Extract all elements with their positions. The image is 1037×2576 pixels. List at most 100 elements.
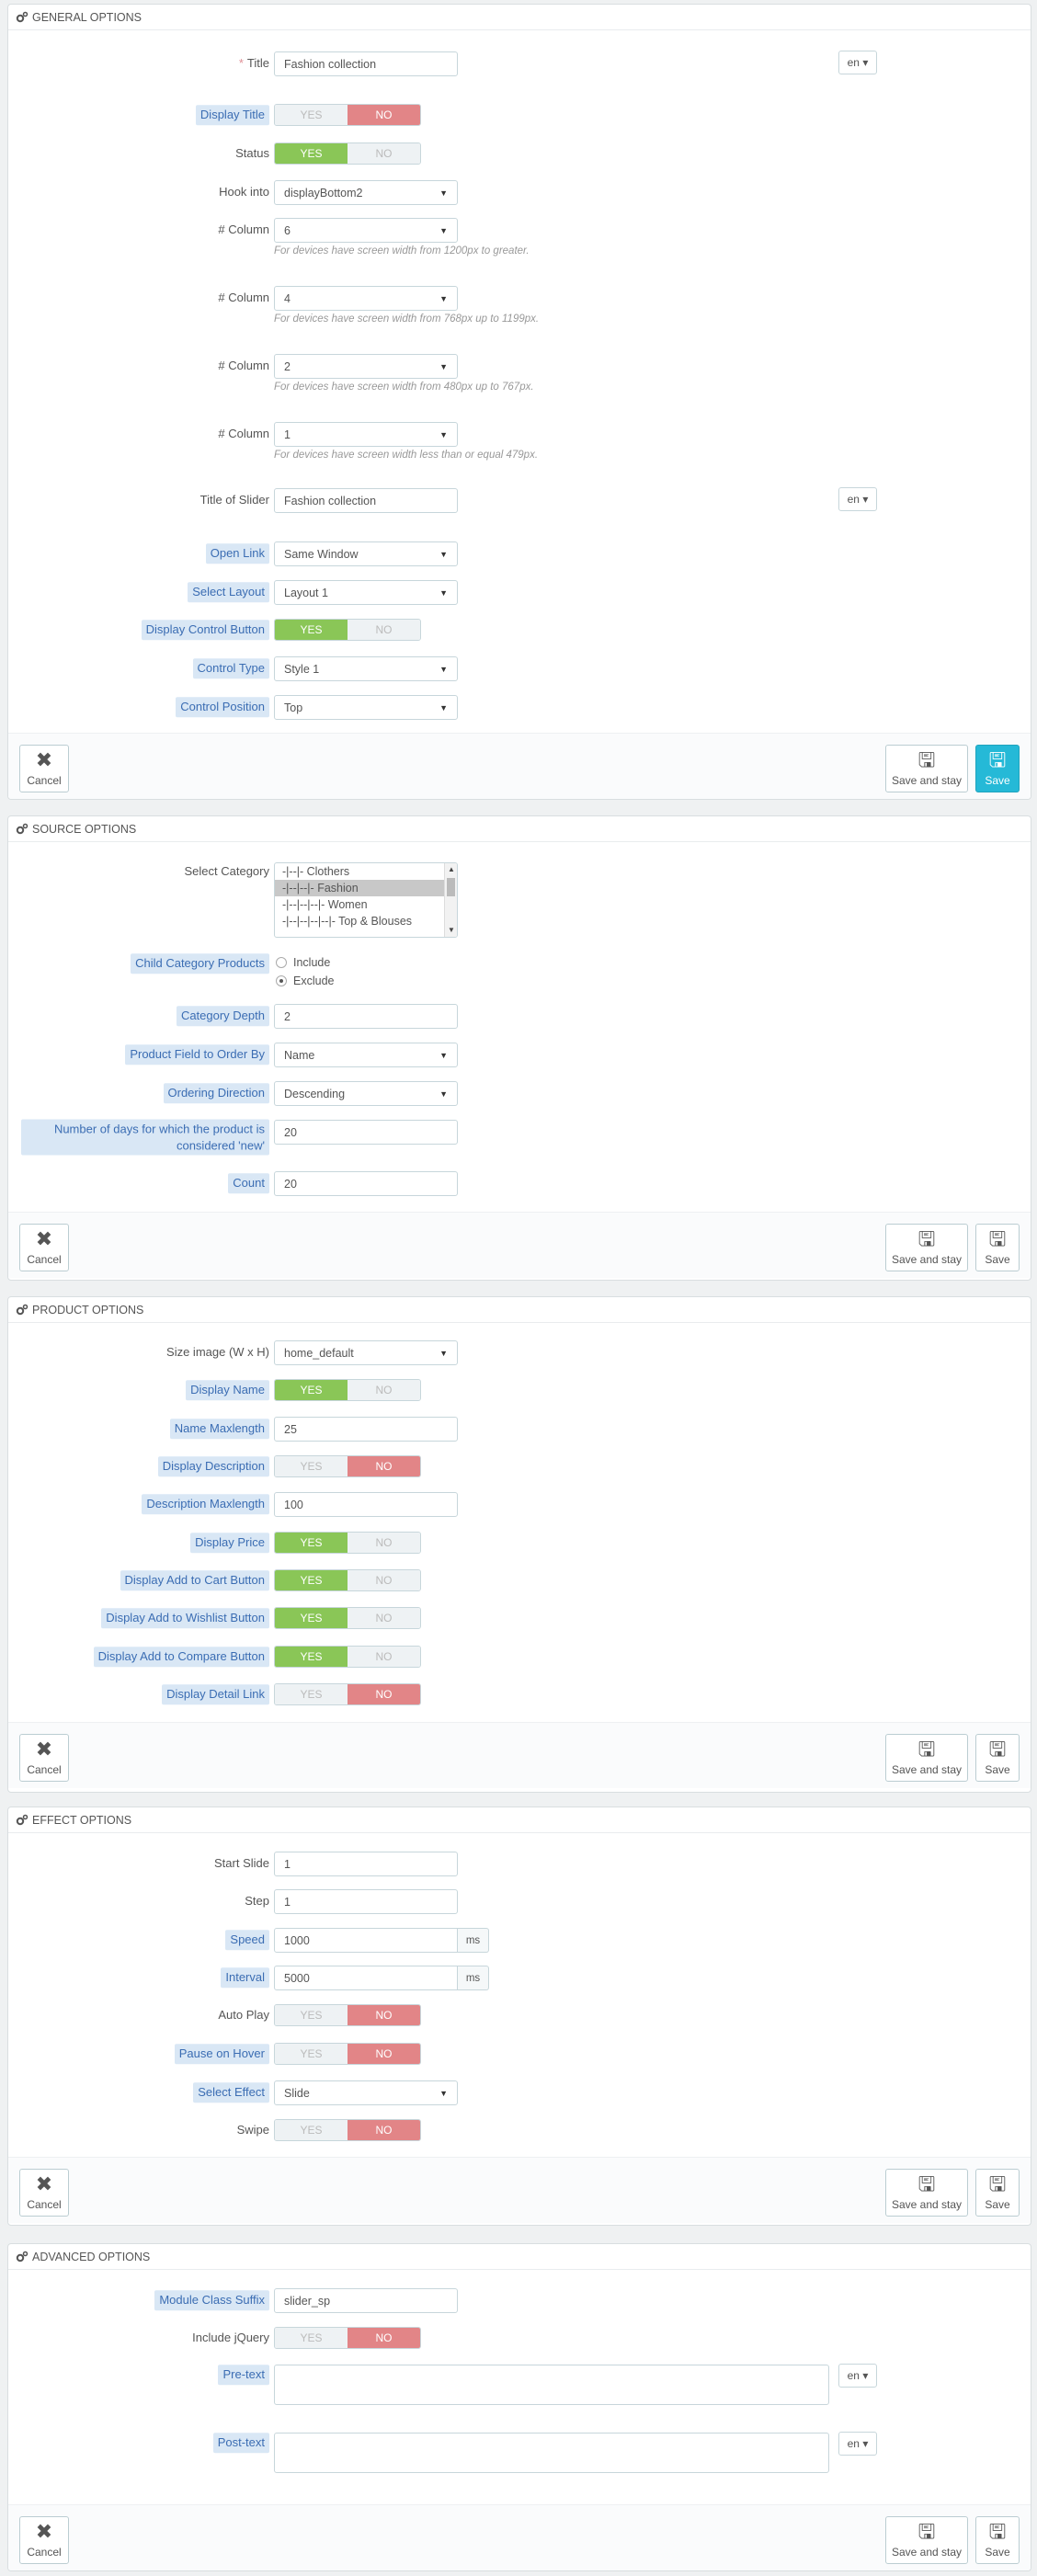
- no-option[interactable]: NO: [348, 1570, 420, 1590]
- save-and-stay-button[interactable]: 🖫 Save and stay: [885, 2516, 968, 2564]
- scrollbar[interactable]: ▲ ▼: [444, 863, 457, 937]
- save-button[interactable]: 🖫 Save: [975, 1734, 1020, 1782]
- list-item[interactable]: -|--|--|- Fashion: [275, 880, 444, 896]
- column-select[interactable]: 4 ▼: [274, 286, 458, 311]
- control-button-toggle[interactable]: YES NO: [274, 619, 421, 641]
- no-option[interactable]: NO: [348, 1608, 420, 1628]
- cart-button-toggle[interactable]: YES NO: [274, 1569, 421, 1591]
- yes-option[interactable]: YES: [275, 1533, 348, 1553]
- save-button[interactable]: 🖫 Save: [975, 1224, 1020, 1271]
- include-radio[interactable]: Include: [276, 956, 330, 969]
- arrow-up-icon[interactable]: ▲: [445, 863, 457, 876]
- display-title-toggle[interactable]: YES NO: [274, 104, 421, 126]
- save-and-stay-button[interactable]: 🖫 Save and stay: [885, 745, 968, 792]
- cancel-button[interactable]: ✖ Cancel: [19, 745, 69, 792]
- pause-hover-row: Pause on Hover YES NO: [8, 2041, 1031, 2067]
- cancel-button[interactable]: ✖ Cancel: [19, 1224, 69, 1271]
- interval-input[interactable]: 5000: [274, 1966, 458, 1990]
- no-option[interactable]: NO: [348, 143, 420, 164]
- save-button[interactable]: 🖫 Save: [975, 745, 1020, 792]
- language-dropdown[interactable]: en ▾: [838, 487, 877, 511]
- yes-option[interactable]: YES: [275, 2005, 348, 2025]
- open-link-select[interactable]: Same Window ▼: [274, 541, 458, 566]
- slider-title-input[interactable]: Fashion collection: [274, 488, 458, 513]
- arrow-down-icon[interactable]: ▼: [445, 924, 457, 937]
- name-maxlength-input[interactable]: 25: [274, 1417, 458, 1442]
- display-desc-toggle[interactable]: YES NO: [274, 1455, 421, 1477]
- cancel-button[interactable]: ✖ Cancel: [19, 2516, 69, 2564]
- yes-option[interactable]: YES: [275, 2328, 348, 2348]
- save-and-stay-button[interactable]: 🖫 Save and stay: [885, 1224, 968, 1271]
- yes-option[interactable]: YES: [275, 1684, 348, 1704]
- step-input[interactable]: 1: [274, 1889, 458, 1914]
- hook-select[interactable]: displayBottom2 ▼: [274, 180, 458, 205]
- save-button[interactable]: 🖫 Save: [975, 2516, 1020, 2564]
- days-new-input[interactable]: 20: [274, 1120, 458, 1145]
- no-option[interactable]: NO: [348, 2005, 420, 2025]
- title-input[interactable]: Fashion collection: [274, 51, 458, 76]
- class-suffix-input[interactable]: slider_sp: [274, 2288, 458, 2313]
- display-name-toggle[interactable]: YES NO: [274, 1379, 421, 1401]
- yes-option[interactable]: YES: [275, 1570, 348, 1590]
- order-by-select[interactable]: Name ▼: [274, 1043, 458, 1067]
- save-button[interactable]: 🖫 Save: [975, 2169, 1020, 2217]
- pause-hover-toggle[interactable]: YES NO: [274, 2043, 421, 2065]
- category-listbox[interactable]: -|--|- Clothers -|--|--|- Fashion -|--|-…: [274, 862, 458, 938]
- language-dropdown[interactable]: en ▾: [838, 51, 877, 74]
- yes-option[interactable]: YES: [275, 1380, 348, 1400]
- no-option[interactable]: NO: [348, 2044, 420, 2064]
- save-and-stay-button[interactable]: 🖫 Save and stay: [885, 1734, 968, 1782]
- display-price-toggle[interactable]: YES NO: [274, 1532, 421, 1554]
- scroll-thumb[interactable]: [447, 878, 455, 896]
- start-slide-input[interactable]: 1: [274, 1852, 458, 1876]
- list-item[interactable]: -|--|--|--|- Women: [275, 896, 457, 913]
- no-option[interactable]: NO: [348, 1456, 420, 1476]
- column-select[interactable]: 6 ▼: [274, 218, 458, 243]
- swipe-toggle[interactable]: YES NO: [274, 2119, 421, 2141]
- detail-link-toggle[interactable]: YES NO: [274, 1683, 421, 1705]
- yes-option[interactable]: YES: [275, 620, 348, 640]
- yes-option[interactable]: YES: [275, 2044, 348, 2064]
- list-item[interactable]: -|--|--|--|--|- Top & Blouses: [275, 913, 457, 929]
- depth-input[interactable]: 2: [274, 1004, 458, 1029]
- desc-maxlength-input[interactable]: 100: [274, 1492, 458, 1517]
- no-option[interactable]: NO: [348, 2328, 420, 2348]
- no-option[interactable]: NO: [348, 1684, 420, 1704]
- language-dropdown[interactable]: en ▾: [838, 2432, 877, 2456]
- cancel-button[interactable]: ✖ Cancel: [19, 2169, 69, 2217]
- count-input[interactable]: 20: [274, 1171, 458, 1196]
- no-option[interactable]: NO: [348, 1533, 420, 1553]
- cancel-button[interactable]: ✖ Cancel: [19, 1734, 69, 1782]
- yes-option[interactable]: YES: [275, 143, 348, 164]
- direction-select[interactable]: Descending ▼: [274, 1081, 458, 1106]
- language-dropdown[interactable]: en ▾: [838, 2364, 877, 2388]
- no-option[interactable]: NO: [348, 1380, 420, 1400]
- column-select[interactable]: 2 ▼: [274, 354, 458, 379]
- layout-select[interactable]: Layout 1 ▼: [274, 580, 458, 605]
- jquery-toggle[interactable]: YES NO: [274, 2327, 421, 2349]
- exclude-radio[interactable]: Exclude: [276, 975, 334, 987]
- speed-input[interactable]: 1000: [274, 1928, 458, 1953]
- yes-option[interactable]: YES: [275, 1647, 348, 1667]
- control-position-select[interactable]: Top ▼: [274, 695, 458, 720]
- no-option[interactable]: NO: [348, 2120, 420, 2140]
- yes-option[interactable]: YES: [275, 2120, 348, 2140]
- yes-option[interactable]: YES: [275, 1608, 348, 1628]
- compare-button-toggle[interactable]: YES NO: [274, 1646, 421, 1668]
- list-item[interactable]: -|--|- Clothers: [275, 863, 457, 880]
- yes-option[interactable]: YES: [275, 1456, 348, 1476]
- no-option[interactable]: NO: [348, 105, 420, 125]
- yes-option[interactable]: YES: [275, 105, 348, 125]
- control-type-select[interactable]: Style 1 ▼: [274, 656, 458, 681]
- no-option[interactable]: NO: [348, 620, 420, 640]
- no-option[interactable]: NO: [348, 1647, 420, 1667]
- wishlist-button-toggle[interactable]: YES NO: [274, 1607, 421, 1629]
- select-effect-select[interactable]: Slide ▼: [274, 2080, 458, 2105]
- status-toggle[interactable]: YES NO: [274, 142, 421, 165]
- posttext-textarea[interactable]: [274, 2433, 829, 2473]
- autoplay-toggle[interactable]: YES NO: [274, 2004, 421, 2026]
- size-image-select[interactable]: home_default ▼: [274, 1340, 458, 1365]
- save-and-stay-button[interactable]: 🖫 Save and stay: [885, 2169, 968, 2217]
- column-select[interactable]: 1 ▼: [274, 422, 458, 447]
- pretext-textarea[interactable]: [274, 2365, 829, 2405]
